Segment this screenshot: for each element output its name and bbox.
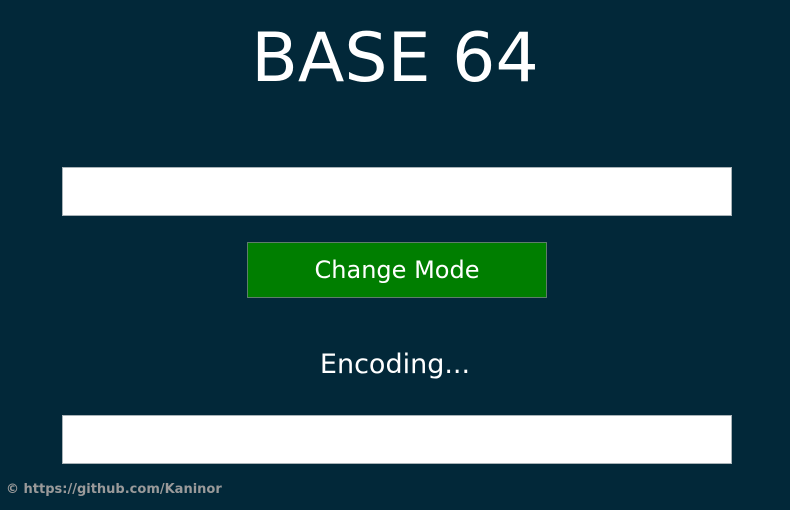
input-text-field[interactable] <box>62 167 732 216</box>
change-mode-button[interactable]: Change Mode <box>247 242 547 298</box>
copyright-footer: © https://github.com/Kaninor <box>6 482 222 497</box>
mode-status-label: Encoding... <box>319 349 471 380</box>
output-text-field[interactable] <box>62 415 732 464</box>
app-title: BASE 64 <box>251 19 539 98</box>
